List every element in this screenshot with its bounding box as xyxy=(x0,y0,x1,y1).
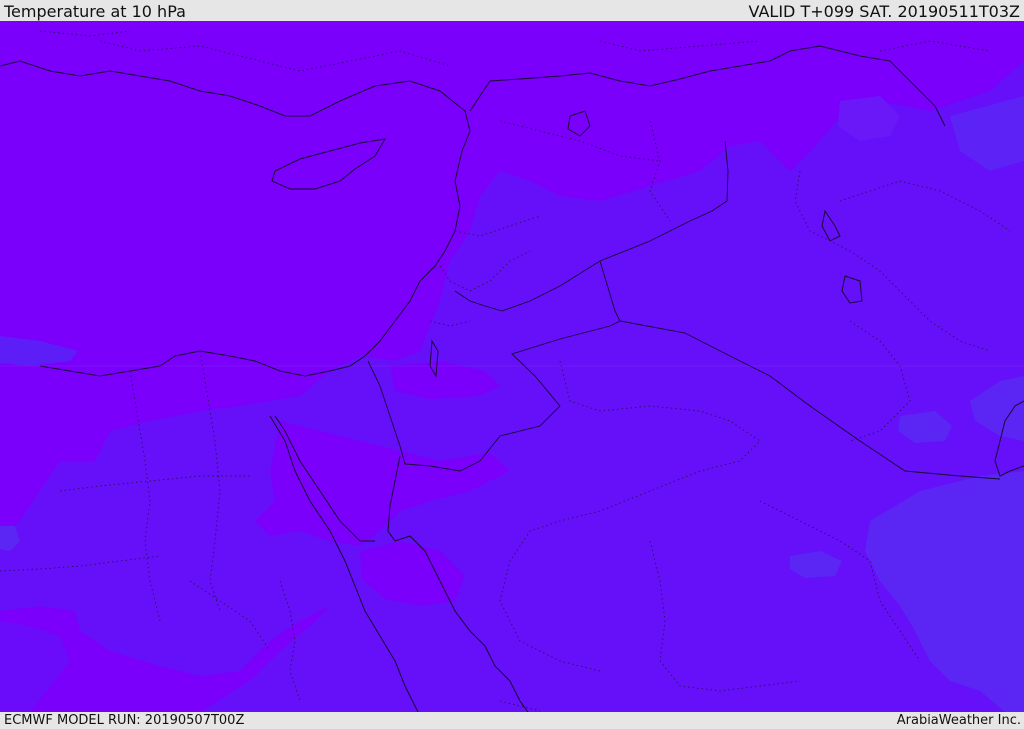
weather-map-frame: Temperature at 10 hPa VALID T+099 SAT. 2… xyxy=(0,0,1024,729)
map-canvas xyxy=(0,21,1024,712)
header-bar: Temperature at 10 hPa VALID T+099 SAT. 2… xyxy=(0,0,1024,21)
temperature-map xyxy=(0,21,1024,712)
map-title: Temperature at 10 hPa xyxy=(4,2,186,21)
model-run-label: ECMWF MODEL RUN: 20190507T00Z xyxy=(4,713,245,728)
valid-time: VALID T+099 SAT. 20190511T03Z xyxy=(748,2,1020,21)
credit-label: ArabiaWeather Inc. xyxy=(896,713,1021,728)
footer-bar: ECMWF MODEL RUN: 20190507T00Z ArabiaWeat… xyxy=(0,712,1024,729)
